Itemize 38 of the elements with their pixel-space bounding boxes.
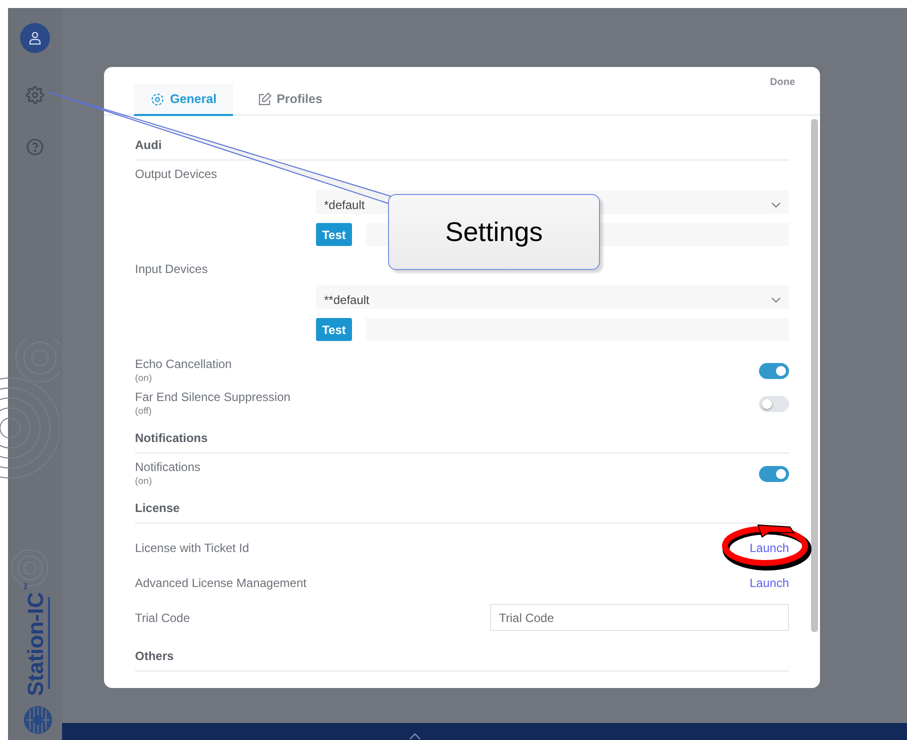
gear-icon xyxy=(150,92,165,106)
trial-code-field[interactable]: Trial Code xyxy=(490,604,789,631)
toggle-switch[interactable] xyxy=(759,466,789,482)
setting-label: Advanced License Management xyxy=(135,576,306,590)
toggle-switch[interactable] xyxy=(759,362,789,378)
test-button[interactable]: Test xyxy=(316,318,352,341)
section-heading: Others xyxy=(135,649,789,672)
callout: Settings xyxy=(388,194,600,270)
globe-logo-icon xyxy=(23,705,53,735)
chevron-down-icon xyxy=(771,296,781,302)
section-heading: License xyxy=(135,501,789,524)
chevron-down-icon xyxy=(771,202,781,208)
tab[interactable]: Profiles xyxy=(240,84,338,116)
avatar-icon[interactable] xyxy=(20,23,50,53)
chevron-up-icon[interactable] xyxy=(408,732,420,740)
field-label: Input Devices xyxy=(135,262,209,276)
field-label: Output Devices xyxy=(135,167,218,181)
tab[interactable]: General xyxy=(134,84,233,116)
test-button[interactable]: Test xyxy=(316,223,352,246)
setting-label: Far End Silence Suppression xyxy=(135,390,290,404)
brand-logo-text: Station-IC™ xyxy=(23,581,49,696)
setting-label: License with Ticket Id xyxy=(135,540,250,554)
settings-icon[interactable] xyxy=(26,86,44,104)
done-button[interactable]: Done xyxy=(770,77,795,88)
status-text: (on) xyxy=(135,476,153,487)
launch-link[interactable]: Launch xyxy=(750,540,789,554)
device-dropdown[interactable]: **default xyxy=(316,285,789,309)
edit-icon xyxy=(256,92,272,106)
setting-label: Echo Cancellation xyxy=(135,357,232,371)
toggle-switch[interactable] xyxy=(759,396,789,412)
scrollbar-thumb[interactable] xyxy=(811,119,818,632)
setting-label: Trial Code xyxy=(135,610,190,624)
setting-label: Notifications xyxy=(135,460,200,474)
launch-link[interactable]: Launch xyxy=(750,576,789,590)
status-text: (off) xyxy=(135,406,153,417)
section-heading: Notifications xyxy=(135,431,789,454)
status-text: (on) xyxy=(135,373,153,384)
help-icon[interactable] xyxy=(26,138,44,156)
